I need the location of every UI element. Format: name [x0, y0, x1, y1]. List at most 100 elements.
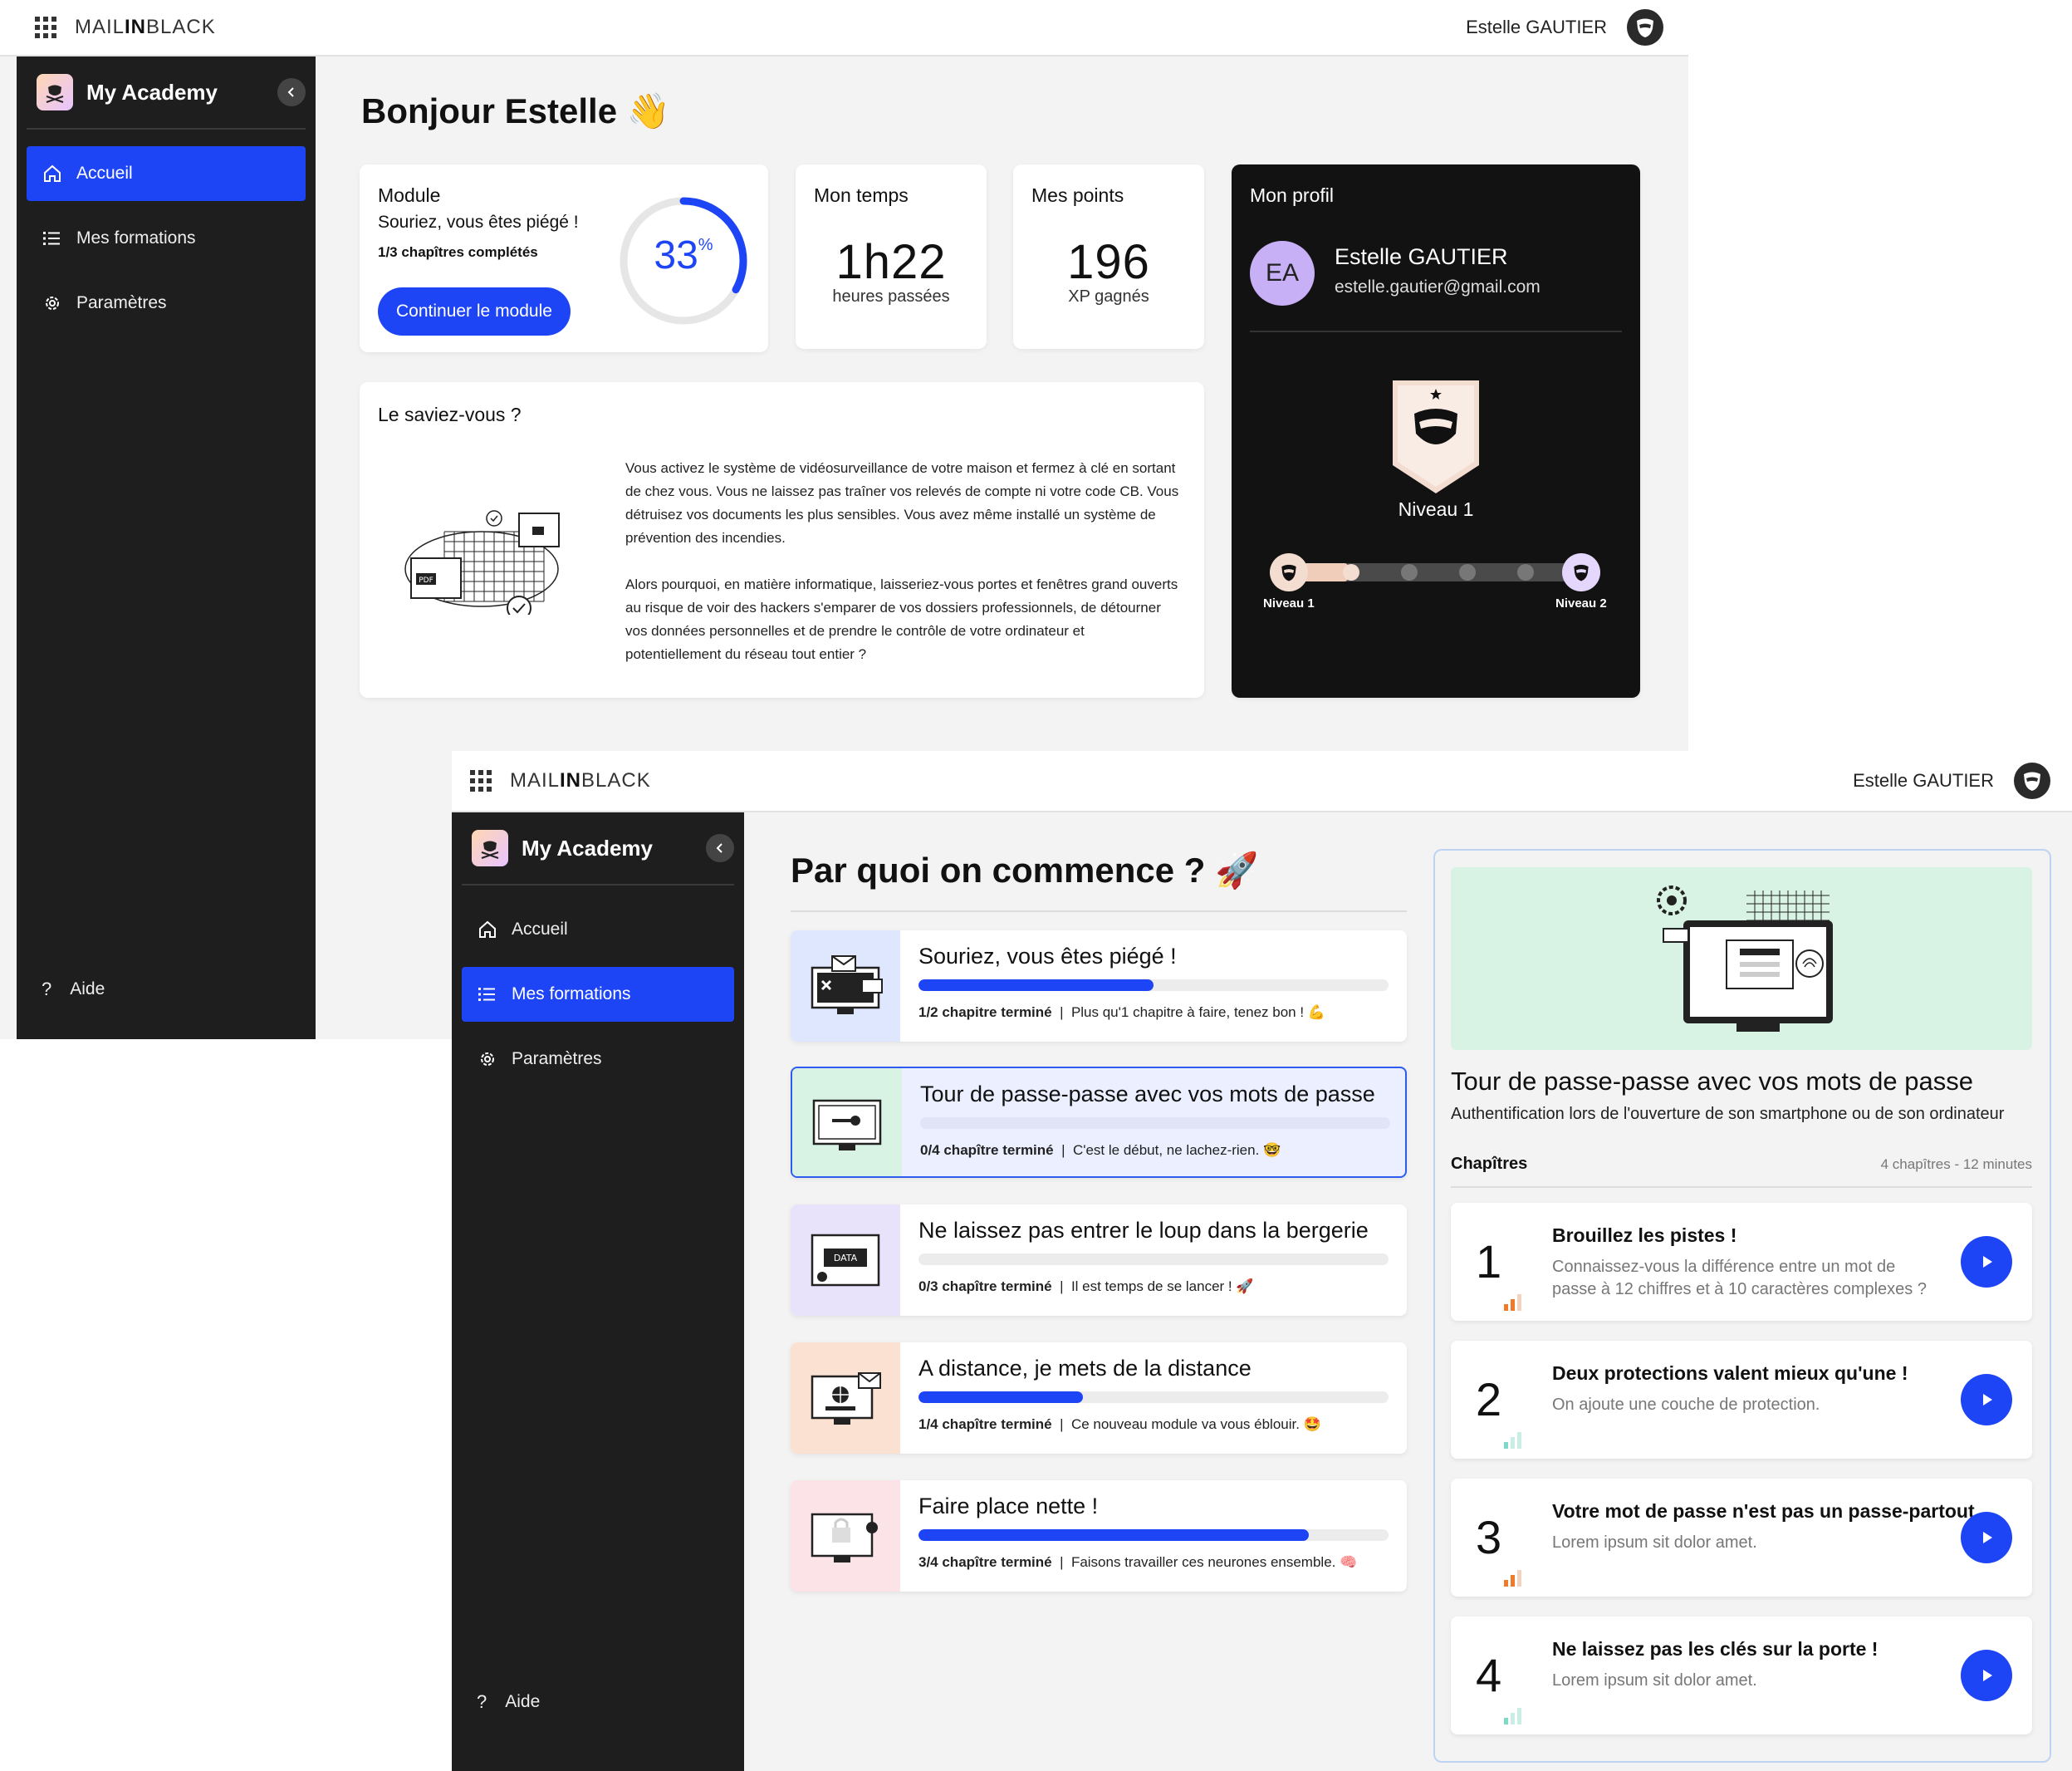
data-label: DATA: [834, 1253, 858, 1263]
sidebar: My Academy Accueil Mes formations Paramè…: [452, 812, 744, 1771]
apps-grid-icon[interactable]: [470, 770, 492, 792]
chapters-label: Chapîtres: [1451, 1155, 1528, 1173]
sidebar-item-accueil[interactable]: Accueil: [27, 146, 306, 201]
user-menu[interactable]: Estelle GAUTIER: [1853, 763, 2050, 799]
module-progress-bar: [918, 1253, 1389, 1265]
user-name: Estelle GAUTIER: [1466, 17, 1607, 37]
module-title: Tour de passe-passe avec vos mots de pas…: [920, 1082, 1375, 1106]
chapter-card[interactable]: 2 Deux protections valent mieux qu'une !…: [1451, 1341, 2032, 1459]
play-chapter-button[interactable]: [1961, 1650, 2012, 1701]
chapter-card[interactable]: 3 Votre mot de passe n'est pas un passe-…: [1451, 1479, 2032, 1597]
level-progress-track: [1290, 563, 1582, 581]
sidebar-item-label: Accueil: [512, 920, 568, 939]
academy-logo-icon: [472, 830, 508, 866]
sidebar-item-mes-formations[interactable]: Mes formations: [27, 211, 306, 266]
level-step-dot: [1459, 564, 1476, 581]
module-meta: 3/4 chapître terminé | Faisons travaille…: [918, 1554, 1358, 1570]
brand-logo: MAILINBLACK: [510, 769, 651, 792]
play-chapter-button[interactable]: [1961, 1236, 2012, 1288]
module-title: A distance, je mets de la distance: [918, 1356, 1252, 1381]
help-link[interactable]: ? Aide: [477, 1691, 540, 1713]
formations-window: MAILINBLACK Estelle GAUTIER My Academy A…: [452, 751, 2072, 1771]
chapter-title: Votre mot de passe n'est pas un passe-pa…: [1552, 1500, 1975, 1522]
help-link[interactable]: ? Aide: [42, 979, 105, 1000]
user-menu[interactable]: Estelle GAUTIER: [1466, 9, 1663, 46]
tip-paragraph-2: Alors pourquoi, en matière informatique,…: [625, 576, 1178, 662]
chapter-card[interactable]: 4 Ne laissez pas les clés sur la porte !…: [1451, 1616, 2032, 1734]
level-2-marker-icon: [1562, 553, 1600, 591]
collapse-sidebar-icon[interactable]: [277, 78, 306, 106]
points-card-title: Mes points: [1031, 184, 1124, 206]
module-title: Souriez, vous êtes piégé !: [918, 944, 1177, 969]
module-row[interactable]: A distance, je mets de la distance 1/4 c…: [791, 1342, 1407, 1454]
tip-paragraph-1: Vous activez le système de vidéosurveill…: [625, 460, 1179, 546]
module-meta: 0/3 chapître terminé | Il est temps de s…: [918, 1278, 1254, 1294]
module-detail-title: Tour de passe-passe avec vos mots de pas…: [1451, 1067, 1973, 1096]
continue-module-button[interactable]: Continuer le module: [378, 287, 571, 336]
help-label: Aide: [70, 979, 105, 998]
current-level: Niveau 1: [1398, 498, 1474, 520]
progress-percent: 33%: [654, 233, 713, 277]
points-value: 196: [1067, 235, 1150, 289]
sidebar-item-label: Paramètres: [512, 1049, 602, 1068]
chapters-divider: [1451, 1186, 2032, 1188]
module-progress-ring: 33%: [617, 194, 750, 327]
sidebar-item-parametres[interactable]: Paramètres: [462, 1032, 734, 1087]
chapter-title: Brouillez les pistes !: [1552, 1224, 1737, 1246]
play-icon: [1983, 1394, 1992, 1406]
sidebar-item-parametres[interactable]: Paramètres: [27, 276, 306, 331]
profile-card: Mon profil EA Estelle GAUTIER estelle.ga…: [1232, 164, 1640, 698]
points-caption: XP gagnés: [1068, 287, 1149, 306]
play-icon: [1983, 1532, 1992, 1543]
play-chapter-button[interactable]: [1961, 1374, 2012, 1425]
module-progress-bar: [918, 979, 1389, 991]
user-mask-icon[interactable]: [1627, 9, 1663, 46]
profile-divider: [1250, 331, 1622, 332]
list-icon: [42, 231, 63, 246]
module-progress-bar: [918, 1391, 1389, 1403]
time-value: 1h22: [835, 235, 947, 289]
level-to-label: Niveau 2: [1555, 596, 1607, 611]
module-row[interactable]: Faire place nette ! 3/4 chapître terminé…: [791, 1480, 1407, 1592]
module-card: Module Souriez, vous êtes piégé ! 1/3 ch…: [360, 164, 768, 352]
module-thumb-data-icon: DATA: [791, 1204, 900, 1316]
top-bar: MAILINBLACK Estelle GAUTIER: [0, 0, 1688, 56]
module-meta: 0/4 chapître terminé | C'est le début, n…: [920, 1142, 1281, 1158]
tip-title: Le saviez-vous ?: [378, 404, 522, 425]
user-name: Estelle GAUTIER: [1853, 770, 1994, 791]
sidebar-item-label: Mes formations: [512, 984, 631, 1003]
chapter-card[interactable]: 1 Brouillez les pistes ! Connaissez-vous…: [1451, 1203, 2032, 1321]
documents-illustration-icon: PDF: [403, 507, 561, 621]
module-detail-subtitle: Authentification lors de l'ouverture de …: [1451, 1105, 2005, 1123]
pdf-label: PDF: [419, 576, 434, 585]
collapse-sidebar-icon[interactable]: [706, 834, 734, 862]
time-card-title: Mon temps: [814, 184, 909, 206]
sidebar-header: My Academy: [462, 812, 734, 886]
sidebar-item-mes-formations[interactable]: Mes formations: [462, 967, 734, 1022]
module-meta: 1/4 chapître terminé | Ce nouveau module…: [918, 1416, 1321, 1432]
module-row-selected[interactable]: Tour de passe-passe avec vos mots de pas…: [791, 1067, 1407, 1178]
play-chapter-button[interactable]: [1961, 1512, 2012, 1563]
level-step-dot: [1401, 564, 1418, 581]
question-icon: ?: [42, 979, 52, 999]
module-row[interactable]: DATA Ne laissez pas entrer le loup dans …: [791, 1204, 1407, 1316]
sidebar-title: My Academy: [86, 79, 218, 105]
chapter-number: 4: [1476, 1649, 1502, 1701]
home-icon: [42, 164, 63, 184]
sidebar-item-label: Accueil: [76, 164, 133, 183]
module-row[interactable]: Souriez, vous êtes piégé ! 1/2 chapitre …: [791, 930, 1407, 1042]
brain-emoji-icon: 🧠: [1340, 1554, 1358, 1570]
title-divider: [791, 910, 1407, 912]
module-detail-banner: [1451, 867, 2032, 1050]
apps-grid-icon[interactable]: [35, 17, 56, 38]
user-mask-icon[interactable]: [2014, 763, 2050, 799]
chapter-description: On ajoute une couche de protection.: [1552, 1396, 1820, 1414]
play-icon: [1983, 1256, 1992, 1268]
level-badge-icon: [1391, 379, 1481, 495]
module-name: Souriez, vous êtes piégé !: [378, 213, 579, 232]
nerd-emoji-icon: 🤓: [1263, 1142, 1281, 1158]
sidebar-item-accueil[interactable]: Accueil: [462, 902, 734, 957]
chapter-title: Ne laissez pas les clés sur la porte !: [1552, 1638, 1879, 1660]
sidebar-item-label: Mes formations: [76, 228, 196, 248]
module-progress-bar: [920, 1117, 1390, 1129]
